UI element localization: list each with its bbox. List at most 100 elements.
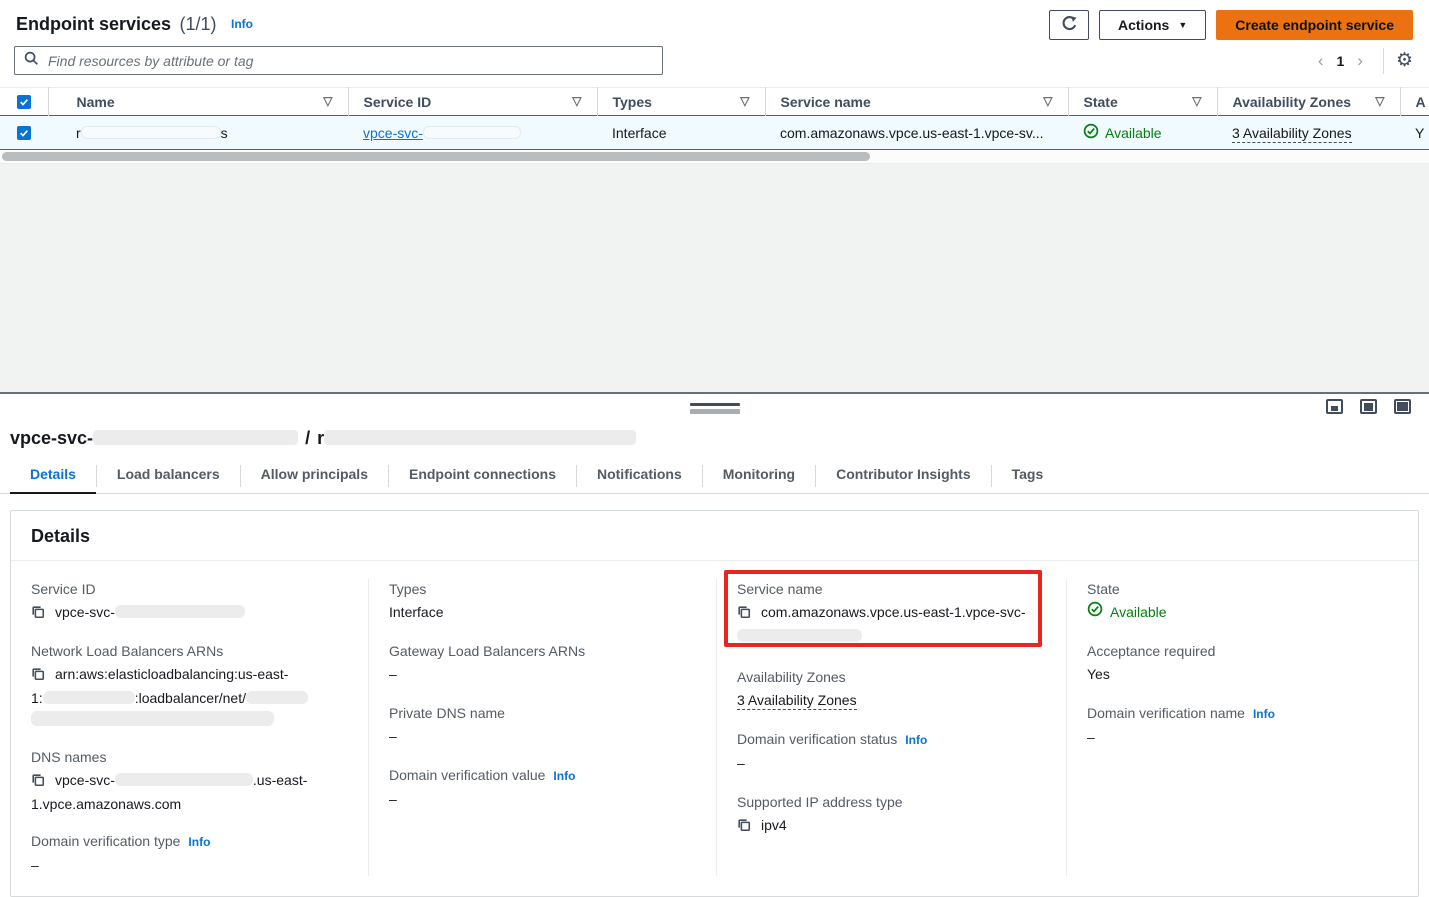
field-dns-names: DNS names vpce-svc-.us-east- 1.vpce.amaz… — [31, 747, 348, 815]
select-all-checkbox[interactable] — [17, 95, 31, 109]
field-value: com.amazonaws.vpce.us-east-1.vpce-svc- — [761, 604, 1026, 620]
column-header-service-name[interactable]: Service name ▽ — [765, 88, 1068, 116]
service-id-link[interactable]: vpce-svc- — [363, 125, 521, 141]
tab-details[interactable]: Details — [10, 464, 96, 494]
resource-count: (1/1) — [180, 14, 217, 34]
copy-icon[interactable] — [31, 606, 45, 622]
refresh-icon — [1061, 15, 1078, 35]
redacted-text — [93, 430, 298, 445]
tab-endpoint-connections[interactable]: Endpoint connections — [389, 464, 576, 492]
filter-icon[interactable]: ▽ — [1192, 94, 1201, 108]
details-column-1: Service ID vpce-svc- Network Load Balanc… — [11, 579, 368, 876]
check-circle-icon — [1083, 123, 1099, 142]
column-header-acceptance[interactable]: A — [1400, 88, 1429, 116]
search-row: ‹ 1 › ⚙ — [0, 42, 1429, 87]
cell-name: rs — [48, 116, 348, 150]
previous-page-icon[interactable]: ‹ — [1310, 49, 1332, 73]
details-column-4: State Available Acceptance required Yes … — [1066, 579, 1418, 876]
cell-service-id: vpce-svc- — [348, 116, 597, 150]
column-label: A — [1416, 94, 1426, 110]
copy-icon[interactable] — [737, 819, 751, 835]
field-value: – — [389, 788, 696, 810]
field-domain-verification-type: Domain verification typeInfo – — [31, 831, 348, 876]
tab-contributor-insights[interactable]: Contributor Insights — [816, 464, 991, 492]
filter-icon[interactable]: ▽ — [740, 94, 749, 108]
next-page-icon[interactable]: › — [1349, 49, 1371, 73]
tab-monitoring[interactable]: Monitoring — [703, 464, 815, 492]
panel-title-separator: / — [305, 428, 310, 448]
cell-service-name: com.amazonaws.vpce.us-east-1.vpce-sv... — [765, 116, 1068, 150]
copy-icon[interactable] — [31, 774, 45, 790]
actions-button[interactable]: Actions ▼ — [1099, 10, 1206, 40]
caret-down-icon: ▼ — [1178, 20, 1187, 30]
split-panel: vpce-svc-/r Details Load balancers Allow… — [0, 392, 1429, 885]
service-id-text: vpce-svc- — [363, 125, 423, 141]
redacted-text — [115, 605, 245, 618]
panel-tabs: Details Load balancers Allow principals … — [0, 464, 1429, 494]
column-header-state[interactable]: State ▽ — [1068, 88, 1217, 116]
cell-types: Interface — [597, 116, 765, 150]
info-link[interactable]: Info — [553, 769, 575, 783]
horizontal-scrollbar-thumb[interactable] — [2, 152, 870, 161]
field-types: Types Interface — [389, 579, 696, 623]
divider — [1383, 48, 1384, 74]
field-value: Interface — [389, 601, 696, 623]
field-service-name: Service name com.amazonaws.vpce.us-east-… — [737, 579, 1046, 647]
field-value: – — [31, 854, 348, 876]
pagination: ‹ 1 › ⚙ — [1310, 48, 1413, 74]
panel-title-id: vpce-svc- — [10, 428, 93, 448]
panel-layout-controls — [1326, 399, 1411, 414]
column-label: Availability Zones — [1233, 94, 1352, 110]
info-link[interactable]: Info — [1253, 707, 1275, 721]
info-link[interactable]: Info — [188, 835, 210, 849]
filter-icon[interactable]: ▽ — [572, 94, 581, 108]
filter-icon[interactable]: ▽ — [1375, 94, 1384, 108]
filter-icon[interactable]: ▽ — [323, 94, 332, 108]
field-value: – — [737, 752, 1046, 774]
field-label: Domain verification name — [1087, 705, 1245, 721]
redacted-text — [43, 691, 135, 704]
redacted-text — [324, 430, 636, 445]
redacted-text — [423, 126, 521, 139]
table-row[interactable]: rs vpce-svc- Interface com.amazonaws.vpc… — [0, 116, 1429, 150]
page-title-text: Endpoint services — [16, 14, 171, 34]
field-value: arn:aws:elasticloadbalancing:us-east- — [55, 666, 288, 682]
search-input[interactable] — [46, 52, 653, 70]
copy-icon[interactable] — [737, 606, 751, 622]
page-number[interactable]: 1 — [1331, 53, 1349, 69]
column-header-types[interactable]: Types ▽ — [597, 88, 765, 116]
availability-zones-link[interactable]: 3 Availability Zones — [1232, 125, 1352, 143]
row-checkbox[interactable] — [17, 126, 31, 140]
settings-gear-icon[interactable]: ⚙ — [1396, 51, 1413, 71]
column-header-name[interactable]: Name ▽ — [48, 88, 348, 116]
info-link[interactable]: Info — [231, 17, 253, 31]
info-link[interactable]: Info — [905, 733, 927, 747]
field-label: Availability Zones — [737, 667, 1046, 687]
horizontal-scrollbar — [0, 150, 1429, 163]
field-label: Service ID — [31, 579, 348, 599]
filter-icon[interactable]: ▽ — [1043, 94, 1052, 108]
tab-tags[interactable]: Tags — [992, 464, 1064, 492]
panel-size-full-icon[interactable] — [1394, 399, 1411, 414]
copy-icon[interactable] — [31, 668, 45, 684]
availability-zones-link[interactable]: 3 Availability Zones — [737, 692, 857, 710]
column-label: Service name — [781, 94, 871, 110]
state-text: Available — [1105, 125, 1162, 141]
name-text: s — [221, 125, 228, 141]
column-header-service-id[interactable]: Service ID ▽ — [348, 88, 597, 116]
field-label: Private DNS name — [389, 703, 696, 723]
tab-allow-principals[interactable]: Allow principals — [241, 464, 388, 492]
details-card-heading: Details — [11, 511, 1418, 561]
create-endpoint-service-button[interactable]: Create endpoint service — [1216, 10, 1413, 40]
row-select-cell — [0, 116, 48, 150]
column-label: Service ID — [364, 94, 432, 110]
split-panel-drag-handle[interactable] — [690, 403, 740, 414]
tab-load-balancers[interactable]: Load balancers — [97, 464, 240, 492]
field-value: Yes — [1087, 663, 1398, 685]
page-title: Endpoint services (1/1) Info — [16, 10, 253, 38]
refresh-button[interactable] — [1049, 10, 1089, 40]
panel-size-medium-icon[interactable] — [1360, 399, 1377, 414]
panel-size-small-icon[interactable] — [1326, 399, 1343, 414]
tab-notifications[interactable]: Notifications — [577, 464, 702, 492]
column-header-availability-zones[interactable]: Availability Zones ▽ — [1217, 88, 1400, 116]
